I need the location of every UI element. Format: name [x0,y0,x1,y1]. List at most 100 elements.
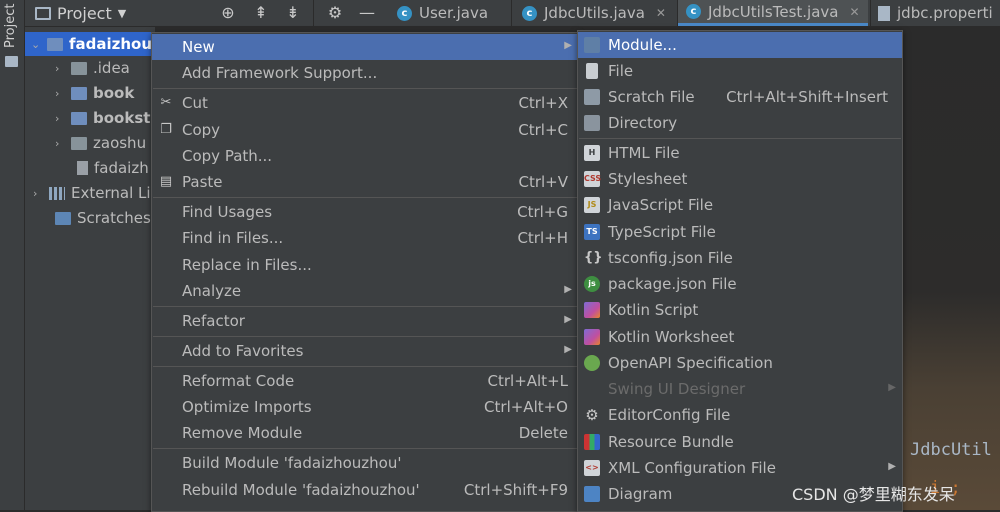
project-folder-icon[interactable] [5,56,18,67]
locate-icon[interactable]: ⊕ [218,3,238,23]
scratches-icon [55,211,71,225]
menu-item-analyze[interactable]: Analyze ▶ [152,278,578,304]
editor-area[interactable] [902,26,1000,510]
menu-item-add-framework-support[interactable]: Add Framework Support... [152,60,578,86]
menu-item-reformat-code[interactable]: Reformat Code Ctrl+Alt+L [152,368,578,394]
menu-item-build-module[interactable]: Build Module 'fadaizhouzhou' [152,450,578,476]
close-icon[interactable]: ✕ [849,5,859,19]
menu-item-javascript-file[interactable]: JS JavaScript File [578,192,902,218]
menu-item-html-file[interactable]: H HTML File [578,140,902,166]
menu-item-shortcut: Ctrl+H [517,229,568,247]
menu-item-stylesheet[interactable]: CSS Stylesheet [578,166,902,192]
tree-item-label: zaoshu [93,134,147,152]
close-icon[interactable]: ✕ [656,6,666,20]
menu-item-find-in-files[interactable]: Find in Files... Ctrl+H [152,225,578,251]
directory-icon [584,115,600,131]
chevron-right-icon[interactable]: › [55,112,65,125]
tree-item-external-libraries[interactable]: › External Li [33,181,151,205]
tab-jdbc-properties[interactable]: jdbc.properti [878,0,1000,26]
project-view-dropdown[interactable]: Project ▼ [35,3,126,23]
menu-item-remove-module[interactable]: Remove Module Delete [152,420,578,446]
expand-all-icon[interactable]: ⇞ [251,3,271,23]
menu-item-rebuild-module[interactable]: Rebuild Module 'fadaizhouzhou' Ctrl+Shif… [152,477,578,503]
menu-item-shortcut: Ctrl+V [518,173,568,191]
tree-item-folder[interactable]: › zaoshu [55,131,146,155]
menu-item-kotlin-script[interactable]: Kotlin Script [578,297,902,323]
chevron-right-icon[interactable]: › [55,137,65,150]
tree-item-module[interactable]: › book [55,81,134,105]
menu-item-add-to-favorites[interactable]: Add to Favorites ▶ [152,338,578,364]
menu-item-editorconfig-file[interactable]: ⚙ EditorConfig File [578,402,902,428]
project-tool-window-label[interactable]: Project [3,4,18,48]
menu-item-openapi-specification[interactable]: OpenAPI Specification [578,350,902,376]
menu-item-refactor[interactable]: Refactor ▶ [152,308,578,334]
project-tree: ⌄ fadaizhou › .idea › book › bookst › za… [25,27,155,510]
menu-item-new[interactable]: New ▶ [152,34,578,60]
tree-item-label: book [93,84,135,102]
menu-item-label: HTML File [608,144,680,162]
menu-item-replace-in-files[interactable]: Replace in Files... [152,252,578,278]
menu-item-label: Module... [608,36,677,54]
menu-item-label: Stylesheet [608,170,688,188]
menu-item-scratch-file[interactable]: Scratch File Ctrl+Alt+Shift+Insert [578,84,902,110]
tsconfig-icon: {} [584,250,603,265]
tab-label: JdbcUtils.java [544,4,645,22]
menu-item-shortcut: Ctrl+X [518,94,568,112]
menu-item-kotlin-worksheet[interactable]: Kotlin Worksheet [578,324,902,350]
html-file-icon: H [584,145,600,161]
menu-item-label: Scratch File [608,88,695,106]
tree-item-module[interactable]: › bookst [55,106,150,130]
diagram-icon [584,486,600,502]
tab-jdbcutilstest-java[interactable]: c JdbcUtilsTest.java ✕ [678,0,868,26]
menu-item-shortcut: Ctrl+Alt+Shift+Insert [726,88,888,106]
menu-item-xml-configuration-file[interactable]: <> XML Configuration File ▶ [578,455,902,481]
tree-item-scratches[interactable]: Scratches [55,206,151,230]
menu-item-paste[interactable]: ▤ Paste Ctrl+V [152,169,578,195]
hide-icon[interactable]: — [357,3,377,23]
tree-item-module[interactable]: ⌄ fadaizhou [31,32,152,56]
folder-icon [71,61,87,75]
tab-jdbcutils-java[interactable]: c JdbcUtils.java ✕ [522,0,682,26]
context-menu: New ▶ Add Framework Support... ✂ Cut Ctr… [151,32,579,512]
tab-user-java[interactable]: c User.java [397,0,525,26]
tree-item-file[interactable]: fadaizh [77,156,149,180]
css-file-icon: CSS [584,171,601,187]
gear-icon[interactable]: ⚙ [325,3,345,23]
menu-item-find-usages[interactable]: Find Usages Ctrl+G [152,199,578,225]
submenu-arrow-icon: ▶ [564,344,572,355]
library-icon [49,186,65,200]
menu-item-label: Diagram [608,485,673,503]
tree-item-folder[interactable]: › .idea [55,56,130,80]
menu-item-swing-ui-designer[interactable]: Swing UI Designer ▶ [578,376,902,402]
menu-item-package-json-file[interactable]: js package.json File [578,271,902,297]
menu-item-copy-path[interactable]: Copy Path... [152,143,578,169]
menu-item-label: Build Module 'fadaizhouzhou' [182,454,402,472]
gear-icon: ⚙ [585,406,599,424]
menu-item-typescript-file[interactable]: TS TypeScript File [578,219,902,245]
kotlin-icon [584,329,600,345]
menu-item-label: Reformat Code [182,372,295,390]
submenu-arrow-icon: ▶ [888,461,896,472]
menu-item-file[interactable]: File [578,58,902,84]
menu-item-module[interactable]: Module... [578,32,902,58]
chevron-right-icon[interactable]: › [33,187,43,200]
new-submenu: Module... File Scratch File Ctrl+Alt+Shi… [577,30,903,512]
chevron-right-icon[interactable]: › [55,62,65,75]
collapse-all-icon[interactable]: ⇟ [283,3,303,23]
menu-item-label: Refactor [182,312,245,330]
tab-label: jdbc.properti [897,4,993,22]
menu-item-shortcut: Ctrl+Alt+L [487,372,569,390]
nodejs-icon: js [584,276,600,292]
menu-item-cut[interactable]: ✂ Cut Ctrl+X [152,90,578,116]
project-view-label: Project [57,3,112,23]
menu-item-copy[interactable]: ❐ Copy Ctrl+C [152,117,578,143]
tool-window-strip: Project [0,0,25,510]
chevron-right-icon[interactable]: › [55,87,65,100]
menu-item-tsconfig-file[interactable]: {} tsconfig.json File [578,245,902,271]
tree-item-label: fadaizh [94,159,149,177]
menu-item-label: Copy [182,121,221,139]
menu-item-directory[interactable]: Directory [578,110,902,136]
chevron-down-icon[interactable]: ⌄ [31,38,41,51]
menu-item-optimize-imports[interactable]: Optimize Imports Ctrl+Alt+O [152,394,578,420]
menu-item-resource-bundle[interactable]: Resource Bundle [578,429,902,455]
